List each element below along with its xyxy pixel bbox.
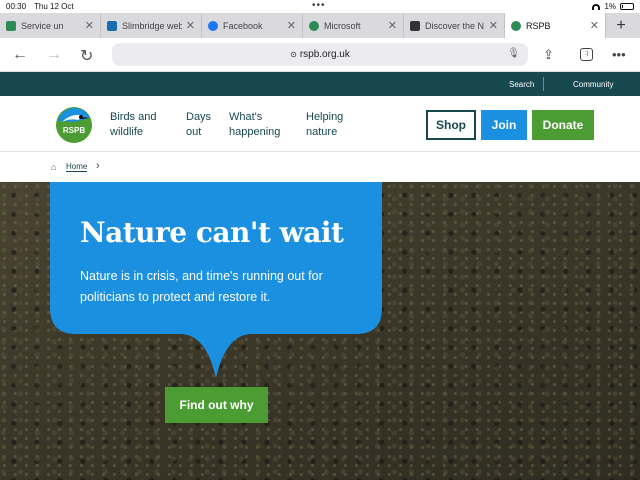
forward-arrow-icon[interactable]: → (46, 46, 62, 64)
back-arrow-icon[interactable]: ← (12, 46, 28, 64)
status-date: Thu 12 Oct (34, 2, 74, 11)
search-link[interactable]: Search (509, 80, 534, 89)
close-tab-icon[interactable]: ✕ (186, 19, 195, 32)
community-link[interactable]: Community (573, 80, 613, 89)
browser-tab[interactable]: Microsoft ✕ (303, 13, 404, 38)
close-tab-icon[interactable]: ✕ (590, 19, 599, 32)
site-info-icon: ⊙ (290, 50, 297, 59)
status-time: 00:30 (6, 2, 27, 11)
nav-label-line1: Birds and (110, 111, 157, 123)
nav-label-line2: out (186, 126, 202, 138)
favicon-icon (107, 20, 117, 31)
tab-title: Discover the N (425, 20, 485, 31)
rspb-logo[interactable]: RSPB (54, 104, 94, 144)
multitask-dots-icon[interactable]: ••• (312, 0, 326, 11)
close-tab-icon[interactable]: ✕ (85, 19, 94, 32)
favicon-icon (6, 20, 16, 31)
nav-days-out[interactable]: Days out (186, 110, 211, 140)
logo-text: RSPB (63, 126, 85, 135)
close-tab-icon[interactable]: ✕ (388, 19, 397, 32)
new-tab-icon[interactable]: + (606, 13, 636, 38)
nav-label-line1: Helping (306, 111, 344, 123)
battery-icon (620, 3, 634, 10)
wifi-icon (592, 3, 601, 10)
breadcrumb: ⌂ Home › (0, 153, 640, 182)
close-tab-icon[interactable]: ✕ (287, 19, 296, 32)
favicon-icon (309, 20, 319, 31)
battery-percent: 1% (604, 2, 616, 11)
favicon-icon (410, 20, 420, 31)
hero-banner: Nature can't wait Nature is in crisis, a… (0, 182, 640, 480)
utility-bar: Search Community (0, 72, 640, 96)
status-bar: 00:30 Thu 12 Oct ••• 1% (0, 0, 640, 13)
nav-helping-nature[interactable]: Helping nature (306, 110, 343, 140)
reload-icon[interactable]: ↻ (80, 46, 93, 66)
breadcrumb-home-link[interactable]: Home (66, 162, 88, 172)
hero-title: Nature can't wait (80, 216, 344, 249)
hero-description: Nature is in crisis, and time's running … (80, 269, 323, 304)
tab-title: Facebook (223, 20, 263, 31)
tab-title: RSPB (526, 20, 551, 31)
browser-tab[interactable]: Discover the N ✕ (404, 13, 505, 38)
donate-button[interactable]: Donate (532, 110, 594, 140)
url-text: rspb.org.uk (299, 49, 350, 60)
address-bar[interactable]: ⊙ rspb.org.uk 🎙 (112, 43, 528, 66)
site-header: RSPB Birds and wildlife Days out What's … (0, 96, 640, 152)
browser-tab[interactable]: Slimbridge web ✕ (101, 13, 202, 38)
home-icon: ⌂ (51, 162, 57, 172)
browser-tab-bar: Service un ✕ Slimbridge web ✕ Facebook ✕… (0, 13, 640, 38)
nav-label-line2: wildlife (110, 126, 144, 138)
nav-whats-happening[interactable]: What's happening (229, 110, 280, 140)
tab-title: Slimbridge web (122, 20, 182, 31)
favicon-icon (511, 20, 521, 31)
nav-label-line1: What's (229, 111, 263, 123)
close-tab-icon[interactable]: ✕ (489, 19, 498, 32)
tab-overview-icon[interactable]: :) (580, 48, 593, 61)
microphone-icon[interactable]: 🎙 (507, 48, 520, 59)
nav-label-line2: happening (229, 126, 281, 138)
share-icon[interactable]: ⇪ (543, 47, 554, 63)
nav-label-line2: nature (306, 126, 338, 138)
shop-button[interactable]: Shop (426, 110, 476, 140)
tab-title: Service un (21, 20, 64, 31)
browser-tab[interactable]: Service un ✕ (0, 13, 101, 38)
browser-toolbar: ← → ↻ ⊙ rspb.org.uk 🎙 ⇪ :) ••• (0, 38, 640, 72)
chevron-right-icon: › (96, 160, 100, 172)
nav-label-line1: Days (186, 111, 212, 123)
divider (543, 77, 544, 91)
nav-birds-and-wildlife[interactable]: Birds and wildlife (110, 110, 156, 140)
tab-title: Microsoft (324, 20, 361, 31)
join-button[interactable]: Join (481, 110, 527, 140)
find-out-why-button[interactable]: Find out why (165, 387, 268, 423)
browser-tab-active[interactable]: RSPB ✕ (505, 13, 606, 38)
more-options-icon[interactable]: ••• (612, 47, 626, 62)
browser-tab[interactable]: Facebook ✕ (202, 13, 303, 38)
favicon-icon (208, 20, 218, 31)
